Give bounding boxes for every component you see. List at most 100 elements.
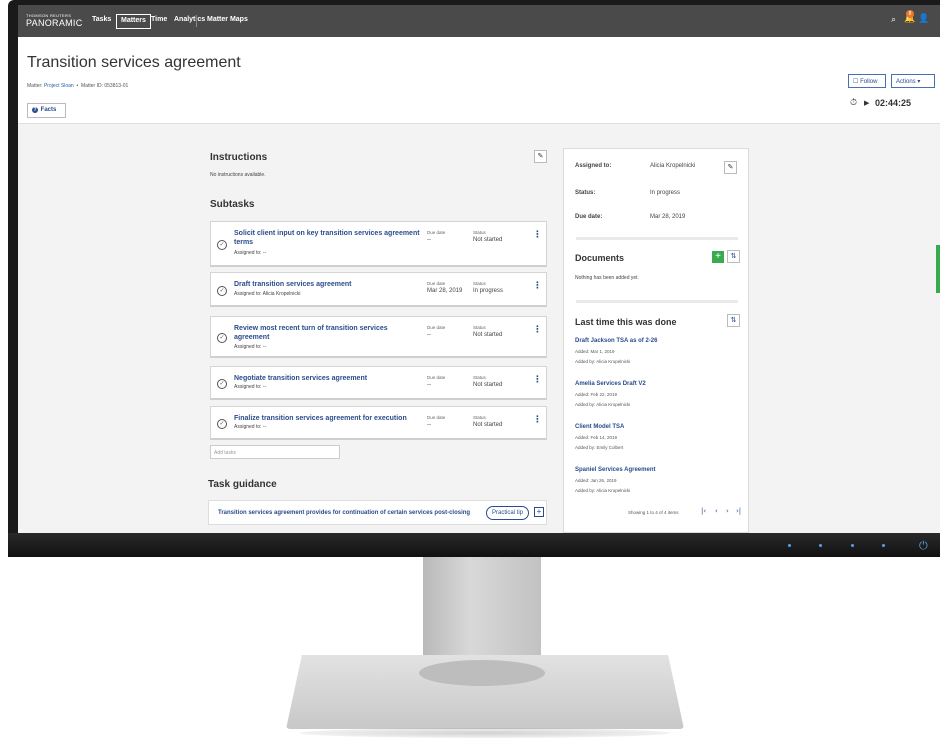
actions-button[interactable]: Actions ▾	[891, 74, 935, 88]
subtasks-heading: Subtasks	[210, 199, 255, 210]
subtask-title[interactable]: Negotiate transition services agreement	[234, 374, 420, 383]
prev-page-icon[interactable]: ‹	[715, 507, 718, 515]
due-date-label: Due date	[427, 230, 446, 235]
facts-button[interactable]: ? Facts	[27, 103, 66, 118]
subtask-card[interactable]: ✓ Finalize transition services agreement…	[210, 406, 547, 440]
history-added-by: Added by: Alicia Kropelnicki	[575, 402, 631, 407]
nav-divider	[196, 15, 197, 27]
history-doc-link[interactable]: Amelia Services Draft V2	[575, 381, 646, 387]
due-date-value: --	[427, 382, 431, 388]
edit-details-button[interactable]: ✎	[724, 161, 737, 174]
stopwatch-icon: ⏱	[850, 98, 858, 108]
subtask-card[interactable]: ✓ Negotiate transition services agreemen…	[210, 366, 547, 400]
follow-label: Follow	[860, 79, 878, 85]
bezel-button-dot	[882, 544, 885, 547]
instructions-heading: Instructions	[210, 152, 268, 163]
subtask-card[interactable]: ✓ Solicit client input on key transition…	[210, 221, 547, 267]
guidance-heading: Task guidance	[208, 479, 277, 490]
status-label: Status	[473, 325, 486, 330]
history-doc-link[interactable]: Client Model TSA	[575, 424, 624, 430]
subtask-assignee: Assigned to: --	[234, 250, 267, 256]
check-circle-icon[interactable]: ✓	[217, 240, 227, 250]
edit-instructions-button[interactable]: ✎	[534, 150, 547, 163]
task-details-panel: Assigned to: Alicia Kropelnicki ✎ Status…	[563, 148, 749, 533]
instructions-text: No instructions available.	[210, 172, 266, 178]
check-circle-icon[interactable]: ✓	[217, 379, 227, 389]
actions-label: Actions	[896, 79, 916, 85]
monitor-bezel: ⏻	[8, 533, 940, 557]
matter-id: Matter ID: 053813-01	[81, 83, 129, 89]
history-doc-link[interactable]: Draft Jackson TSA as of 2-26	[575, 338, 657, 344]
monitor-shadow	[300, 728, 670, 738]
follow-button[interactable]: ☐ Follow	[848, 74, 886, 88]
kebab-menu-icon[interactable]: ⋮	[533, 231, 542, 240]
add-tasks-input[interactable]: Add tasks	[210, 445, 340, 459]
search-icon[interactable]: ⌕	[891, 15, 896, 25]
next-page-icon[interactable]: ›	[726, 507, 729, 515]
nav-matter-maps[interactable]: Matter Maps	[203, 14, 252, 29]
guidance-link[interactable]: Transition services agreement provides f…	[218, 510, 470, 516]
subtask-card[interactable]: ✓ Review most recent turn of transition …	[210, 316, 547, 358]
history-added-date: Added: Feb 22, 2019	[575, 392, 618, 397]
section-divider	[576, 300, 738, 303]
status-value: Not started	[473, 237, 503, 243]
due-field-value: Mar 28, 2019	[650, 214, 686, 220]
kebab-menu-icon[interactable]: ⋮	[533, 282, 542, 291]
check-circle-icon[interactable]: ✓	[217, 286, 227, 296]
status-value: In progress	[473, 288, 504, 294]
brand-logo[interactable]: THOMSON REUTERS PANORAMIC	[26, 13, 83, 29]
user-icon[interactable]: 👤	[918, 14, 929, 24]
add-document-button[interactable]: +	[712, 251, 724, 263]
status-label: Status	[473, 375, 486, 380]
subtask-assignee: Assigned to: Alicia Kropelnicki	[234, 291, 301, 297]
due-date-label: Due date	[427, 281, 446, 286]
subtask-title[interactable]: Finalize transition services agreement f…	[234, 414, 420, 423]
subtask-assignee: Assigned to: --	[234, 344, 267, 350]
status-value: Not started	[473, 382, 503, 388]
check-circle-icon[interactable]: ✓	[217, 419, 227, 429]
history-added-date: Added: Mar 1, 2019	[575, 349, 615, 354]
history-added-by: Added by: Alicia Kropelnicki	[575, 488, 631, 493]
assigned-value: Alicia Kropelnicki	[650, 163, 696, 169]
history-added-date: Added: Jan 26, 2019	[575, 478, 617, 483]
first-page-icon[interactable]: |‹	[701, 507, 706, 515]
guidance-item: Transition services agreement provides f…	[208, 500, 547, 525]
sort-icon[interactable]: ⇅	[727, 314, 740, 327]
history-added-by: Added by: Alicia Kropelnicki	[575, 359, 631, 364]
page-header: Transition services agreement Matter: Pr…	[18, 37, 940, 124]
monitor-base-joint	[419, 660, 545, 686]
status-field-label: Status:	[575, 190, 596, 196]
power-icon: ⏻	[919, 539, 928, 552]
subtask-title[interactable]: Review most recent turn of transition se…	[234, 324, 420, 342]
nav-time[interactable]: Time	[147, 14, 171, 29]
section-divider	[576, 237, 738, 240]
kebab-menu-icon[interactable]: ⋮	[533, 326, 542, 335]
kebab-menu-icon[interactable]: ⋮	[533, 376, 542, 385]
status-value: Not started	[473, 422, 503, 428]
matter-link[interactable]: Project Sloan	[44, 83, 74, 89]
expand-plus-icon[interactable]: +	[534, 507, 544, 517]
page-title: Transition services agreement	[27, 54, 241, 71]
due-field-label: Due date:	[575, 214, 603, 220]
play-icon[interactable]: ▶	[864, 99, 869, 107]
nav-tasks[interactable]: Tasks	[88, 14, 115, 29]
last-page-icon[interactable]: ›|	[736, 507, 741, 515]
subtask-title[interactable]: Solicit client input on key transition s…	[234, 229, 420, 247]
history-added-by: Added by: Emily Colbert	[575, 445, 624, 450]
matter-separator: •	[75, 83, 80, 89]
subtask-assignee: Assigned to: --	[234, 424, 267, 430]
subtask-card[interactable]: ✓ Draft transition services agreement As…	[210, 272, 547, 307]
practical-tip-button[interactable]: Practical tip	[486, 506, 529, 520]
documents-empty-text: Nothing has been added yet.	[575, 275, 639, 281]
subtask-title[interactable]: Draft transition services agreement	[234, 280, 420, 289]
nav-matters[interactable]: Matters	[116, 14, 151, 29]
side-feedback-tab[interactable]	[936, 245, 940, 293]
top-nav: THOMSON REUTERS PANORAMIC Tasks Matters …	[18, 5, 940, 37]
history-doc-link[interactable]: Spaniel Services Agreement	[575, 467, 655, 473]
sort-icon[interactable]: ⇅	[727, 250, 740, 263]
kebab-menu-icon[interactable]: ⋮	[533, 416, 542, 425]
check-circle-icon[interactable]: ✓	[217, 333, 227, 343]
status-field-value: In progress	[650, 190, 681, 196]
screen: THOMSON REUTERS PANORAMIC Tasks Matters …	[18, 5, 940, 533]
pencil-icon: ✎	[727, 163, 734, 171]
